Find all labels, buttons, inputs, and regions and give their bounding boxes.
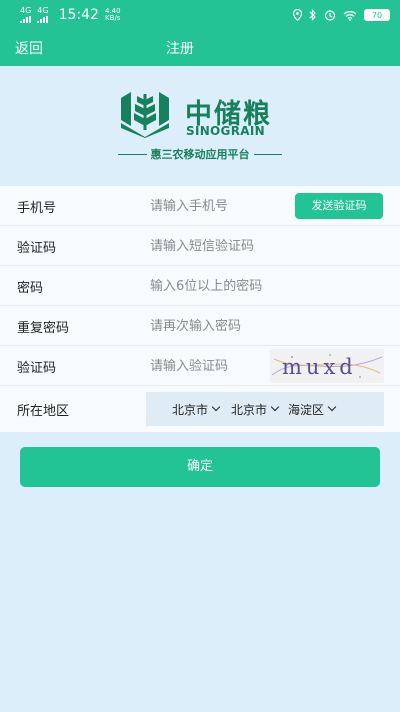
password-confirm-row: 重复密码 <box>0 306 400 346</box>
password-confirm-label: 重复密码 <box>17 321 70 336</box>
phone-label: 手机号 <box>17 201 57 216</box>
bluetooth-icon <box>309 9 316 21</box>
captcha-text: muxd <box>282 355 357 379</box>
network-type-2: 4G <box>37 6 49 15</box>
logo-name-en: SINOGRAIN <box>186 124 265 138</box>
password-confirm-input[interactable] <box>146 312 384 340</box>
slogan-divider-left <box>118 153 147 155</box>
register-screen: 4G 4G 15:42 4.40 KB/s 70 返回 注册 中储粮 SINOG… <box>0 0 400 712</box>
password-label: 密码 <box>17 281 44 296</box>
chevron-down-icon <box>327 402 337 412</box>
network-speed-unit: KB/s <box>105 14 121 22</box>
alarm-icon <box>324 10 336 21</box>
send-code-button[interactable]: 发送验证码 <box>295 193 383 219</box>
captcha-label: 验证码 <box>17 361 57 376</box>
logo-slogan: 惠三农移动应用平台 <box>150 148 250 161</box>
confirm-button[interactable]: 确定 <box>20 447 380 487</box>
network-speed: 4.40 KB/s <box>105 8 121 22</box>
city-value: 北京市 <box>231 402 268 417</box>
region-picker: 北京市 北京市 海淀区 <box>146 392 384 426</box>
chevron-down-icon <box>270 402 280 412</box>
city-select[interactable]: 北京市 <box>231 401 280 418</box>
battery-icon: 70 <box>364 9 390 21</box>
district-select[interactable]: 海淀区 <box>288 401 337 418</box>
password-row: 密码 <box>0 266 400 306</box>
sms-code-row: 验证码 <box>0 226 400 266</box>
location-icon <box>293 9 302 21</box>
register-form: 手机号 发送验证码 验证码 密码 重复密码 验证码 <box>0 186 400 432</box>
signal-icon: 4G <box>20 7 31 23</box>
wifi-icon <box>343 10 357 21</box>
phone-input[interactable] <box>146 192 294 220</box>
password-input[interactable] <box>146 272 384 300</box>
province-value: 北京市 <box>172 402 209 417</box>
chevron-down-icon <box>211 402 221 412</box>
logo-area: 中储粮 SINOGRAIN 惠三农移动应用平台 <box>0 66 400 186</box>
captcha-row: 验证码 muxd <box>0 346 400 386</box>
captcha-input[interactable] <box>146 352 272 380</box>
district-value: 海淀区 <box>288 402 325 417</box>
signal-icon-2: 4G <box>37 6 49 23</box>
captcha-noise: muxd <box>271 354 383 379</box>
sinograin-logo-icon <box>121 92 169 138</box>
phone-row: 手机号 发送验证码 <box>0 186 400 226</box>
region-row: 所在地区 北京市 北京市 海淀区 <box>0 386 400 432</box>
sms-code-input[interactable] <box>146 232 384 260</box>
status-bar: 4G 4G 15:42 4.40 KB/s 70 <box>0 0 400 30</box>
back-button[interactable]: 返回 <box>15 38 43 58</box>
logo-slogan-wrap: 惠三农移动应用平台 <box>118 146 282 162</box>
region-label: 所在地区 <box>17 404 70 419</box>
clock: 15:42 <box>58 7 99 23</box>
sms-code-label: 验证码 <box>17 241 57 256</box>
network-type: 4G <box>20 6 32 15</box>
slogan-divider-right <box>253 153 282 155</box>
title-bar: 返回 注册 <box>0 30 400 66</box>
page-title: 注册 <box>166 41 194 57</box>
province-select[interactable]: 北京市 <box>172 401 221 418</box>
captcha-image[interactable]: muxd <box>270 349 384 383</box>
